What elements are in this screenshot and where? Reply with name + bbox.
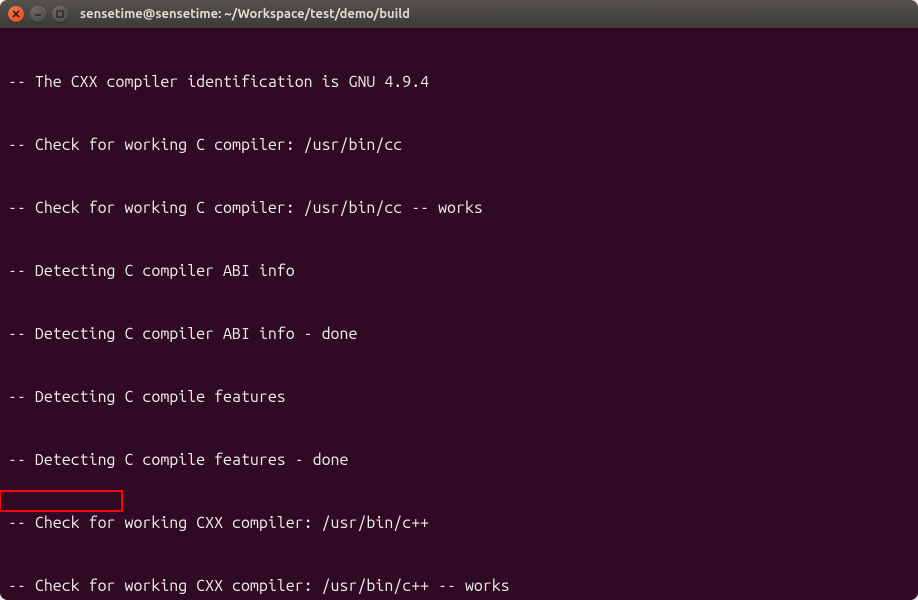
- output-line: -- Check for working C compiler: /usr/bi…: [8, 135, 910, 156]
- close-icon[interactable]: [8, 6, 24, 22]
- minimize-icon[interactable]: [30, 6, 46, 22]
- output-line: -- Check for working CXX compiler: /usr/…: [8, 513, 910, 534]
- output-line: -- The CXX compiler identification is GN…: [8, 72, 910, 93]
- output-line: -- Check for working CXX compiler: /usr/…: [8, 576, 910, 597]
- terminal-body[interactable]: -- The CXX compiler identification is GN…: [0, 28, 918, 600]
- terminal-window: sensetime@sensetime: ~/Workspace/test/de…: [0, 0, 918, 600]
- output-line: -- Detecting C compile features - done: [8, 450, 910, 471]
- output-line: -- Detecting C compiler ABI info: [8, 261, 910, 282]
- annotation-highlight: [0, 490, 123, 512]
- window-title: sensetime@sensetime: ~/Workspace/test/de…: [80, 7, 410, 21]
- maximize-icon[interactable]: [52, 6, 68, 22]
- titlebar[interactable]: sensetime@sensetime: ~/Workspace/test/de…: [0, 0, 918, 28]
- output-line: -- Detecting C compiler ABI info - done: [8, 324, 910, 345]
- output-line: -- Check for working C compiler: /usr/bi…: [8, 198, 910, 219]
- output-line: -- Detecting C compile features: [8, 387, 910, 408]
